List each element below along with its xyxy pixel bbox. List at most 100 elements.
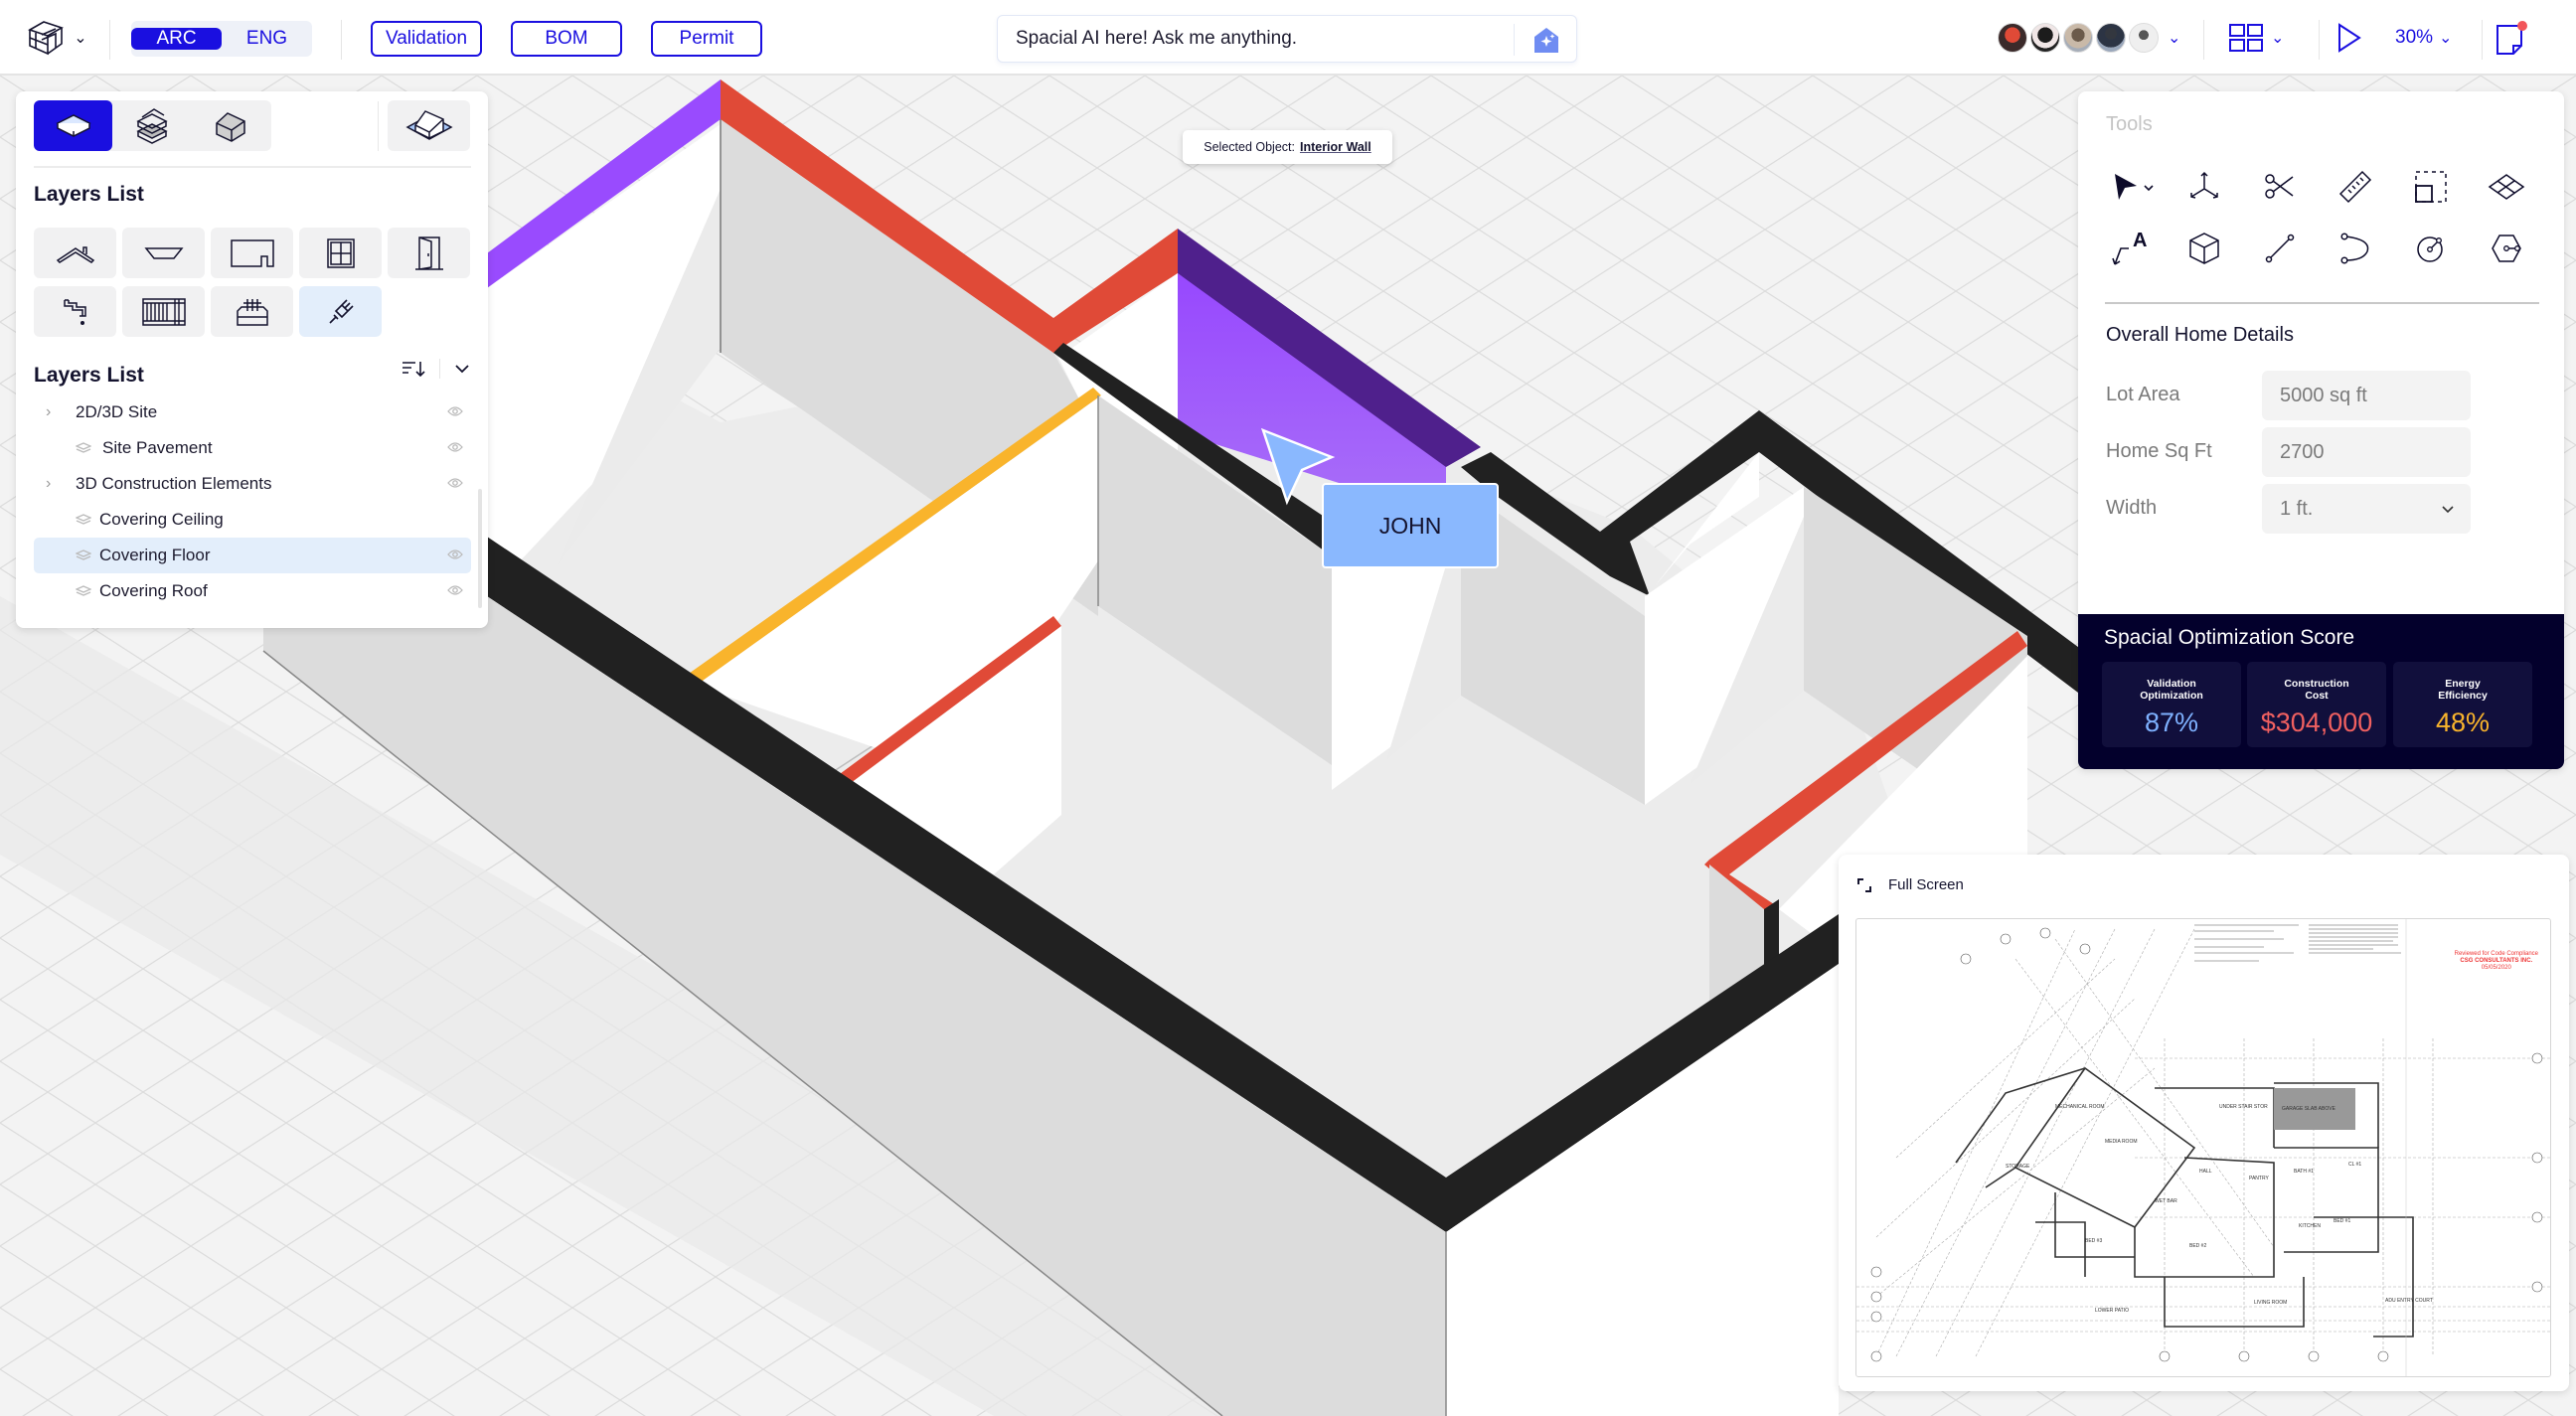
svg-text:BATH #1: BATH #1: [2294, 1169, 2314, 1175]
home-sqft-input[interactable]: 2700: [2262, 427, 2471, 477]
eye-icon[interactable]: [447, 441, 463, 453]
tool-circle[interactable]: [2411, 229, 2451, 268]
divider: [2203, 20, 2204, 60]
component-heating-button[interactable]: [211, 286, 293, 337]
tool-cube[interactable]: [2184, 229, 2224, 268]
component-wall-button[interactable]: [211, 228, 293, 278]
layer-group-construction[interactable]: › 3D Construction Elements: [34, 466, 471, 502]
layers-tree: › 2D/3D Site Site Pavement › 3D Construc…: [34, 394, 471, 609]
layers-title: Layers List: [34, 364, 144, 387]
app-menu-button[interactable]: ⌄: [22, 18, 91, 58]
layer-stack-icon: [76, 442, 91, 453]
layer-item[interactable]: Covering Ceiling: [34, 502, 471, 538]
collaborator-avatars[interactable]: ⌄: [1998, 22, 2180, 54]
view-mode-tabs: [34, 100, 271, 151]
blueprint-panel: Full Screen MECHANICAL ROOM STORAGE MEDI…: [1839, 855, 2569, 1391]
zoom-level-dropdown[interactable]: 30% ⌄: [2395, 22, 2452, 54]
layer-item[interactable]: Covering Floor: [34, 538, 471, 573]
view-mode-stacked[interactable]: [112, 100, 191, 151]
card-label: Construction Cost: [2284, 678, 2349, 702]
svg-text:LOWER PATIO: LOWER PATIO: [2095, 1308, 2129, 1314]
optimization-score-panel: Spacial Optimization Score Validation Opt…: [2078, 614, 2564, 769]
play-button[interactable]: [2337, 22, 2361, 54]
ruler-icon: [2338, 170, 2372, 204]
component-railing-button[interactable]: [122, 286, 205, 337]
layer-group-site[interactable]: › 2D/3D Site: [34, 394, 471, 430]
view-mode-floor[interactable]: [34, 100, 112, 151]
site-view-button[interactable]: [388, 100, 470, 151]
avatar[interactable]: [1998, 23, 2027, 53]
divider: [2105, 302, 2539, 304]
tab-arc[interactable]: ARC: [131, 28, 222, 50]
lot-area-input[interactable]: 5000 sq ft: [2262, 371, 2471, 420]
move-axes-icon: [2190, 171, 2218, 199]
tool-line[interactable]: [2260, 229, 2300, 268]
layout-menu-button[interactable]: ⌄: [2229, 20, 2284, 56]
tab-eng[interactable]: ENG: [222, 28, 312, 50]
eye-icon[interactable]: [447, 549, 463, 560]
chevron-down-icon: ⌄: [74, 30, 87, 47]
tool-scale[interactable]: [2411, 167, 2451, 207]
bom-button[interactable]: BOM: [511, 21, 622, 57]
tool-plane[interactable]: [2487, 167, 2526, 207]
grid-layout-icon: [2229, 24, 2263, 52]
width-select[interactable]: 1 ft.: [2262, 484, 2471, 534]
chevron-right-icon[interactable]: ›: [46, 403, 51, 421]
tool-move[interactable]: [2184, 167, 2224, 207]
tool-polygon[interactable]: [2487, 229, 2526, 268]
eye-icon[interactable]: [447, 584, 463, 596]
chevron-down-icon[interactable]: [454, 364, 470, 374]
avatar[interactable]: [2063, 23, 2093, 53]
avatar[interactable]: [2030, 23, 2060, 53]
component-electrical-button[interactable]: [299, 286, 382, 337]
fullscreen-button[interactable]: Full Screen: [1856, 876, 1964, 893]
avatar[interactable]: [2096, 23, 2126, 53]
permit-button[interactable]: Permit: [651, 21, 762, 57]
railing-icon: [141, 297, 186, 326]
notes-button[interactable]: [2493, 18, 2532, 58]
tool-cut[interactable]: [2260, 167, 2300, 207]
selected-object-link[interactable]: Interior Wall: [1300, 140, 1371, 154]
svg-text:MECHANICAL ROOM: MECHANICAL ROOM: [2055, 1104, 2105, 1110]
ai-house-sparkle-icon[interactable]: [1532, 26, 1560, 54]
text-annotation-icon: A: [2112, 230, 2147, 265]
component-plumbing-button[interactable]: [34, 286, 116, 337]
eye-icon[interactable]: [447, 405, 463, 417]
cost-score-card: Construction Cost $304,000: [2247, 662, 2386, 747]
blueprint-sheet[interactable]: MECHANICAL ROOM STORAGE MEDIA ROOM WET B…: [1855, 918, 2551, 1377]
ai-prompt-input[interactable]: Spacial AI here! Ask me anything.: [997, 15, 1577, 63]
eye-icon[interactable]: [447, 477, 463, 489]
view-mode-house[interactable]: [191, 100, 269, 151]
sort-icon[interactable]: [402, 360, 425, 378]
svg-text:KITCHEN: KITCHEN: [2299, 1223, 2321, 1229]
tool-select[interactable]: [2108, 167, 2164, 207]
scrollbar[interactable]: [478, 489, 482, 608]
component-ceiling-button[interactable]: [122, 228, 205, 278]
svg-text:ADU ENTRY COURT: ADU ENTRY COURT: [2385, 1298, 2433, 1304]
layer-item[interactable]: Site Pavement: [34, 430, 471, 466]
component-door-button[interactable]: [388, 228, 470, 278]
validation-button[interactable]: Validation: [371, 21, 482, 57]
divider: [341, 20, 342, 60]
layer-item[interactable]: Covering Roof: [34, 573, 471, 609]
tool-arc[interactable]: [2335, 229, 2375, 268]
divider: [1514, 24, 1515, 56]
component-roof-button[interactable]: [34, 228, 116, 278]
scale-box-icon: [2415, 171, 2447, 203]
card-label: Energy Efficiency: [2438, 678, 2488, 702]
layers-toolbar: [402, 359, 470, 379]
chevron-right-icon[interactable]: ›: [46, 475, 51, 493]
energy-score-card: Energy Efficiency 48%: [2393, 662, 2532, 747]
layer-label: 3D Construction Elements: [76, 474, 272, 493]
tool-annotate[interactable]: A: [2108, 229, 2158, 268]
avatar[interactable]: [2129, 23, 2159, 53]
validation-score-value: 87%: [2144, 708, 2199, 737]
component-window-button[interactable]: [299, 228, 382, 278]
scissors-icon: [2265, 174, 2294, 199]
select-pointer-icon: [2115, 174, 2154, 200]
divider: [34, 166, 471, 168]
tool-measure[interactable]: [2335, 167, 2375, 207]
svg-text:LIVING ROOM: LIVING ROOM: [2254, 1300, 2287, 1306]
chevron-down-icon: [2442, 506, 2454, 514]
chevron-down-icon[interactable]: ⌄: [2168, 28, 2180, 48]
